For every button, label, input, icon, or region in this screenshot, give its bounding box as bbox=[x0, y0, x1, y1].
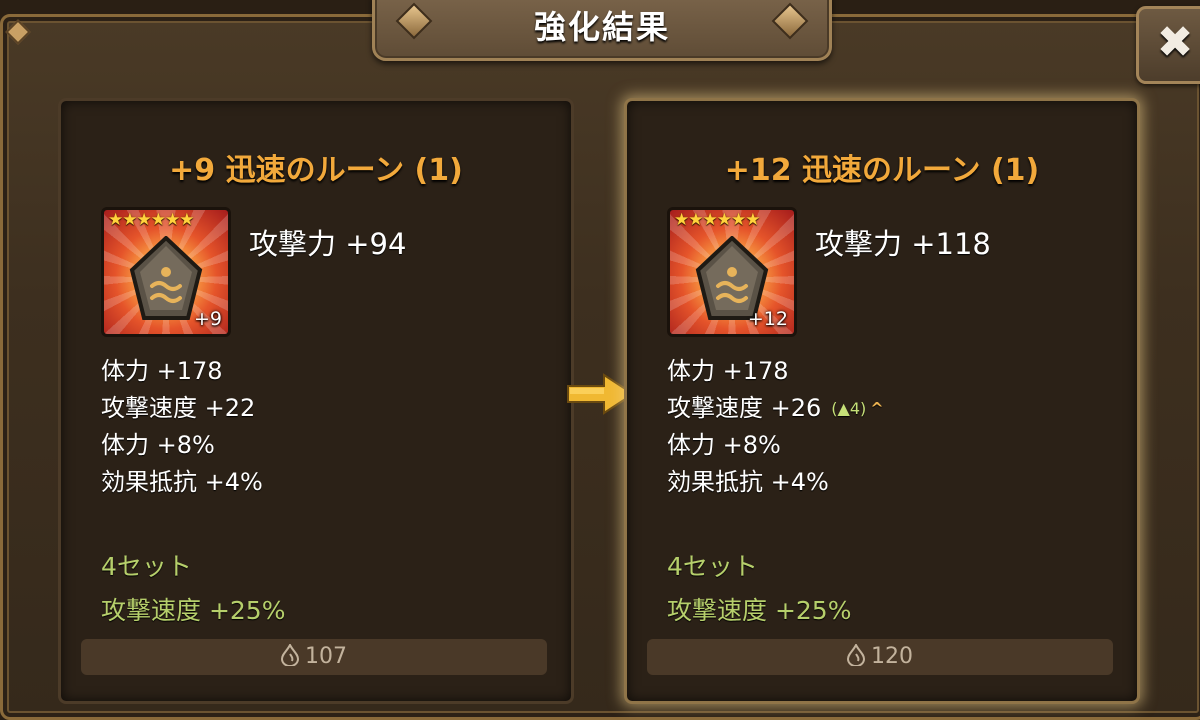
sub-stat-text: 攻撃速度 +26 bbox=[667, 394, 822, 422]
flame-drop-icon bbox=[847, 644, 865, 666]
upgrade-bonus: (▲4) bbox=[831, 399, 867, 418]
frame-corner-ornament bbox=[5, 19, 31, 45]
sub-stat: 体力 +8% bbox=[101, 431, 215, 459]
star-rating: ★★★★★★ bbox=[108, 210, 194, 230]
window-title: 強化結果 bbox=[533, 8, 670, 46]
star-rating: ★★★★★★ bbox=[674, 210, 760, 230]
close-button[interactable]: ✖ bbox=[1136, 6, 1200, 84]
chevron-up-icon: ^ bbox=[870, 399, 884, 418]
rune-after-panel: +12 迅速のルーン (1) ★★★★★★ +12 攻撃力 +118 体力 +1… bbox=[624, 98, 1140, 704]
rune-value: 107 bbox=[305, 644, 347, 669]
rune-icon: ★★★★★★ +12 bbox=[667, 207, 797, 337]
rune-level-badge: +12 bbox=[747, 308, 788, 330]
rune-value-bar: 120 bbox=[647, 639, 1113, 675]
rune-gem-icon bbox=[129, 236, 203, 320]
flame-drop-icon bbox=[281, 644, 299, 666]
title-tab: 強化結果 bbox=[372, 0, 832, 61]
sub-stat: 体力 +178 bbox=[667, 357, 789, 385]
sub-stat: 体力 +8% bbox=[667, 431, 781, 459]
sub-stat: 効果抵抗 +4% bbox=[667, 468, 829, 496]
sub-stat: 効果抵抗 +4% bbox=[101, 468, 263, 496]
rune-value-bar: 107 bbox=[81, 639, 547, 675]
sub-stats-list: 体力 +178 攻撃速度 +26 (▲4) ^ 体力 +8% 効果抵抗 +4% bbox=[667, 353, 884, 501]
main-stat: 攻撃力 +118 bbox=[815, 227, 991, 261]
close-icon: ✖ bbox=[1156, 17, 1194, 68]
sub-stats-list: 体力 +178 攻撃速度 +22 体力 +8% 効果抵抗 +4% bbox=[101, 353, 263, 501]
main-stat: 攻撃力 +94 bbox=[249, 227, 407, 261]
sub-stat-upgraded: 攻撃速度 +26 (▲4) ^ bbox=[667, 390, 884, 427]
rune-level-badge: +9 bbox=[193, 308, 222, 330]
sub-stat: 攻撃速度 +22 bbox=[101, 394, 256, 422]
set-count: 4セット bbox=[667, 552, 758, 581]
rune-title: +9 迅速のルーン (1) bbox=[169, 153, 463, 188]
set-effect: 攻撃速度 +25% bbox=[101, 596, 286, 625]
rune-value: 120 bbox=[871, 644, 913, 669]
sub-stat: 体力 +178 bbox=[101, 357, 223, 385]
set-count: 4セット bbox=[101, 552, 192, 581]
rune-icon: ★★★★★★ +9 bbox=[101, 207, 231, 337]
rune-before-panel: +9 迅速のルーン (1) ★★★★★★ +9 攻撃力 +94 体力 +178 … bbox=[58, 98, 574, 704]
rune-title: +12 迅速のルーン (1) bbox=[724, 153, 1040, 188]
set-effect: 攻撃速度 +25% bbox=[667, 596, 852, 625]
